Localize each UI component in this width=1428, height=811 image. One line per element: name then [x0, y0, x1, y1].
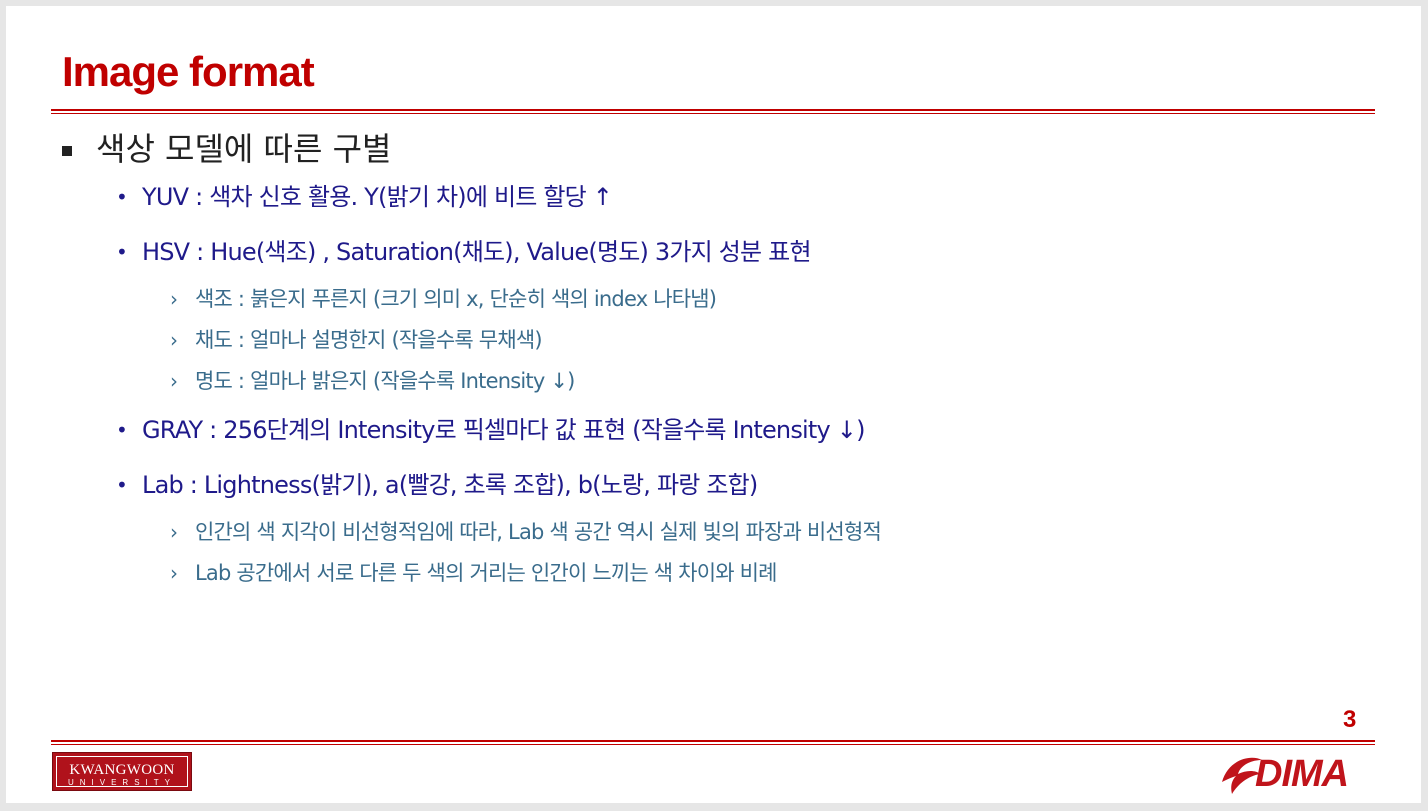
chevron-right-icon: › [170, 369, 178, 393]
logo-main-text: KWANGWOON [69, 762, 175, 778]
chevron-right-icon: › [170, 561, 178, 585]
heading-bullet: 색상 모델에 따른 구별 [62, 126, 1362, 172]
dima-wordmark: DIMA [1255, 753, 1349, 795]
sub-bullet-text: 인간의 색 지각이 비선형적임에 따라, Lab 색 공간 역시 실제 빛의 파… [195, 520, 882, 544]
sub-bullet-lab-perception: › 인간의 색 지각이 비선형적임에 따라, Lab 색 공간 역시 실제 빛의… [62, 517, 1362, 547]
logo-sub-text: UNIVERSITY [67, 778, 176, 787]
sub-bullet-lab-distance: › Lab 공간에서 서로 다른 두 색의 거리는 인간이 느끼는 색 차이와 … [62, 558, 1362, 588]
title-divider [51, 109, 1375, 114]
dot-bullet-icon: • [116, 185, 128, 209]
bullet-text: HSV : Hue(색조) , Saturation(채도), Value(명도… [142, 238, 812, 266]
square-bullet-icon [62, 146, 72, 156]
bullet-text: GRAY : 256단계의 Intensity로 픽셀마다 값 표현 (작을수록… [142, 416, 865, 444]
dot-bullet-icon: • [116, 240, 128, 264]
bullet-yuv: • YUV : 색차 신호 활용. Y(밝기 차)에 비트 할당 ↑ [62, 180, 1362, 214]
sub-bullet-text: 색조 : 붉은지 푸른지 (크기 의미 x, 단순히 색의 index 나타냄) [195, 287, 717, 311]
footer-divider [51, 740, 1375, 745]
sub-bullet-text: 명도 : 얼마나 밝은지 (작을수록 Intensity ↓) [195, 369, 575, 393]
chevron-right-icon: › [170, 328, 178, 352]
page-number: 3 [1343, 706, 1357, 733]
sub-bullet-text: 채도 : 얼마나 설명한지 (작을수록 무채색) [195, 328, 543, 352]
dima-logo: DIMA [1220, 752, 1370, 796]
sub-bullet-text: Lab 공간에서 서로 다른 두 색의 거리는 인간이 느끼는 색 차이와 비례 [195, 561, 777, 585]
slide-body: 색상 모델에 따른 구별 • YUV : 색차 신호 활용. Y(밝기 차)에 … [62, 126, 1362, 605]
bullet-text: YUV : 색차 신호 활용. Y(밝기 차)에 비트 할당 ↑ [142, 183, 613, 211]
dot-bullet-icon: • [116, 418, 128, 442]
bullet-lab: • Lab : Lightness(밝기), a(빨강, 초록 조합), b(노… [62, 468, 1362, 502]
chevron-right-icon: › [170, 287, 178, 311]
slide: Image format 색상 모델에 따른 구별 • YUV : 색차 신호 … [6, 6, 1421, 803]
sub-bullet-hue: › 색조 : 붉은지 푸른지 (크기 의미 x, 단순히 색의 index 나타… [62, 284, 1362, 314]
bullet-hsv: • HSV : Hue(색조) , Saturation(채도), Value(… [62, 235, 1362, 269]
slide-title: Image format [62, 48, 315, 95]
chevron-right-icon: › [170, 520, 178, 544]
sub-bullet-value: › 명도 : 얼마나 밝은지 (작을수록 Intensity ↓) [62, 366, 1362, 396]
bullet-text: Lab : Lightness(밝기), a(빨강, 초록 조합), b(노랑,… [142, 471, 758, 499]
kwangwoon-university-logo: KWANGWOON UNIVERSITY [52, 752, 192, 791]
dot-bullet-icon: • [116, 473, 128, 497]
bullet-gray: • GRAY : 256단계의 Intensity로 픽셀마다 값 표현 (작을… [62, 413, 1362, 447]
sub-bullet-saturation: › 채도 : 얼마나 설명한지 (작을수록 무채색) [62, 325, 1362, 355]
logo-frame: KWANGWOON UNIVERSITY [56, 756, 188, 787]
heading-text: 색상 모델에 따른 구별 [96, 130, 392, 168]
